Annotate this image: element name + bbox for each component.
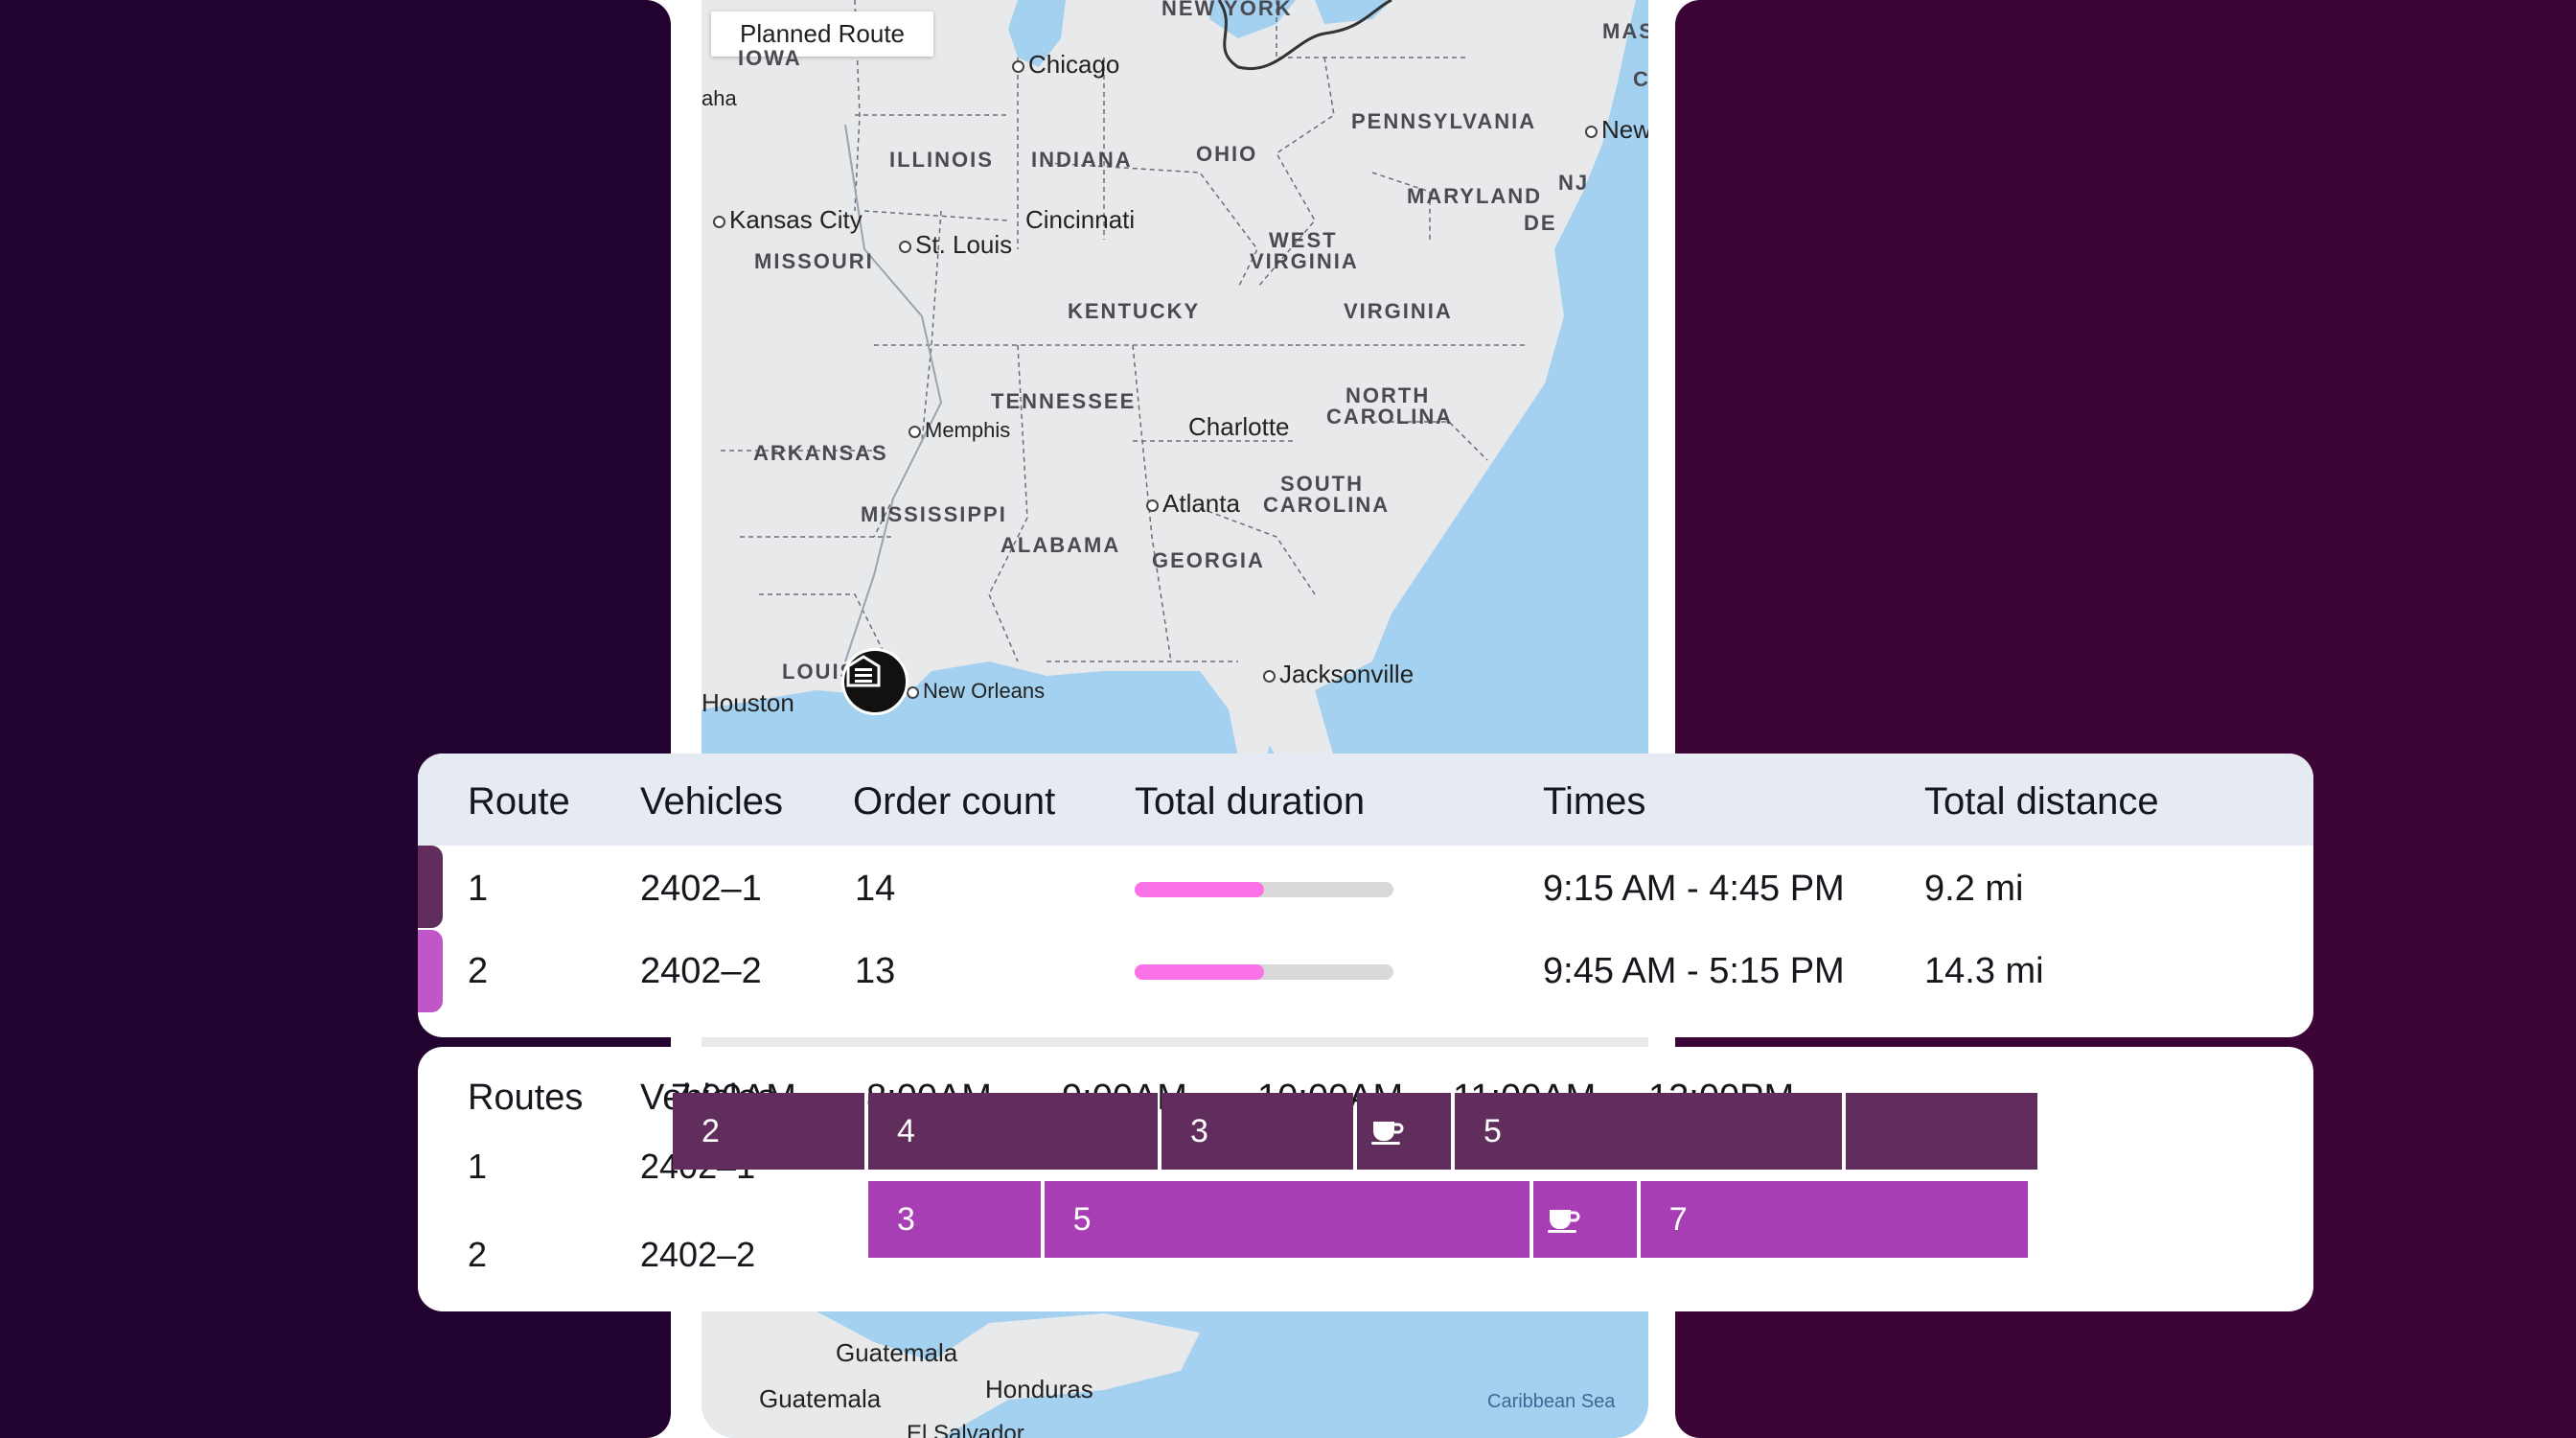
map-state-label: GEORGIA <box>1152 548 1265 572</box>
duration-bar-fill <box>1135 882 1264 897</box>
map-state-label: VIRGINIA <box>1344 299 1453 323</box>
map-state-label: ILLINOIS <box>889 148 994 172</box>
map-city-label: New <box>1585 117 1648 142</box>
column-header-route[interactable]: Route <box>468 780 570 823</box>
map-city-label: Guatemala <box>759 1384 882 1413</box>
duration-bar <box>1135 964 1393 980</box>
route-summary-table: Route Vehicles Order count Total duratio… <box>418 754 2313 1037</box>
column-header-total-distance[interactable]: Total distance <box>1924 780 2159 823</box>
column-header-routes: Routes <box>468 1078 584 1118</box>
stop-segment[interactable]: 2 <box>673 1093 864 1170</box>
route-times: 9:15 AM - 4:45 PM <box>1543 869 1845 909</box>
map-state-label: INDIANA <box>1031 148 1133 172</box>
segment-order-count: 3 <box>1190 1113 1208 1149</box>
map-city-label: Jacksonville <box>1263 661 1414 686</box>
map-state-label: NEW YORK <box>1162 0 1293 20</box>
map-state-label: MISSISSIPPI <box>861 502 1007 526</box>
column-header-vehicles[interactable]: Vehicles <box>640 780 783 823</box>
vehicle-id: 2402–2 <box>640 1235 756 1274</box>
map-state-label: MISSOURI <box>754 249 874 273</box>
map-state-label: MARYLAND <box>1407 184 1543 208</box>
map-city-label: Guatemala <box>836 1338 958 1367</box>
column-header-times[interactable]: Times <box>1543 780 1645 823</box>
map-city-label: Kansas City <box>713 207 862 232</box>
map-state-label: CAROLINA <box>1326 405 1454 429</box>
map-state-label: WEST <box>1269 228 1338 252</box>
stop-segment[interactable]: 5 <box>1455 1093 1842 1170</box>
map-city-label: Memphis <box>908 420 1010 441</box>
route-number: 1 <box>468 1147 488 1186</box>
map-state-label: IOWA <box>738 46 802 70</box>
break-segment[interactable] <box>1357 1093 1451 1170</box>
segment-order-count: 7 <box>1668 1201 1688 1238</box>
map-state-label: NJ <box>1558 171 1590 195</box>
map-state-label: NORTH <box>1346 383 1431 407</box>
route-distance: 14.3 mi <box>1924 951 2044 991</box>
segment-order-count: 5 <box>1072 1201 1092 1238</box>
segment-order-count: 4 <box>897 1113 915 1149</box>
map-city-label: Charlotte <box>1188 412 1290 441</box>
vehicle-id: 2402–1 <box>640 869 762 909</box>
map-city-label: Honduras <box>985 1375 1093 1403</box>
duration-bar <box>1135 882 1393 897</box>
map-city-label: New Orleans <box>907 681 1045 702</box>
map-state-label: ALABAMA <box>1000 533 1121 557</box>
route-times: 9:45 AM - 5:15 PM <box>1543 951 1845 991</box>
stop-segment[interactable]: 3 <box>1162 1093 1353 1170</box>
map-sea-label: Caribbean Sea <box>1487 1391 1616 1412</box>
route-number: 1 <box>468 869 489 909</box>
column-header-total-duration[interactable]: Total duration <box>1135 780 1365 823</box>
map-state-label: VIRGINIA <box>1250 249 1359 273</box>
order-count: 14 <box>855 869 896 909</box>
route-schedule-timeline: Routes Vehicles 7:00AM8:00AM9:00AM10:00A… <box>418 1047 2313 1311</box>
warehouse-depot-marker[interactable] <box>841 648 908 715</box>
map-city-label: El Salvador <box>907 1421 1024 1438</box>
coffee-cup-icon <box>1547 1210 1580 1233</box>
map-state-label: C <box>1633 67 1648 91</box>
map-state-label: PENNSYLVANIA <box>1351 109 1537 133</box>
segment-order-count: 2 <box>702 1113 720 1149</box>
map-state-label: KENTUCKY <box>1068 299 1201 323</box>
map-state-label: CAROLINA <box>1263 493 1391 517</box>
map-state-label: OHIO <box>1196 142 1258 166</box>
map-city-label: Chicago <box>1012 52 1119 77</box>
break-segment[interactable] <box>1532 1181 1637 1258</box>
duration-bar-fill <box>1135 964 1264 980</box>
route-color-marker <box>418 930 443 1012</box>
stop-segment[interactable]: 4 <box>868 1093 1158 1170</box>
warehouse-icon <box>846 655 881 687</box>
map-city-label: St. Louis <box>899 232 1012 257</box>
table-header-row: Route Vehicles Order count Total duratio… <box>418 754 2313 846</box>
stop-segment[interactable]: 3 <box>868 1181 1041 1258</box>
stop-segment[interactable]: 5 <box>1044 1181 1530 1258</box>
route-number: 2 <box>468 951 489 991</box>
route-color-marker <box>418 846 443 928</box>
route-distance: 9.2 mi <box>1924 869 2024 909</box>
map-state-label: MAS <box>1602 19 1648 43</box>
map-state-label: ARKANSAS <box>753 441 888 465</box>
map-city-label: Atlanta <box>1146 491 1240 516</box>
stop-segment[interactable]: 7 <box>1640 1181 2028 1258</box>
route-number: 2 <box>468 1235 488 1274</box>
map-state-label: DE <box>1524 211 1557 235</box>
map-state-label: TENNESSEE <box>991 389 1137 413</box>
order-count: 13 <box>855 951 896 991</box>
segment-order-count: 3 <box>897 1201 915 1238</box>
column-header-order-count[interactable]: Order count <box>853 780 1055 823</box>
map-city-label: aha <box>702 86 737 110</box>
map-city-label: Cincinnati <box>1025 205 1136 234</box>
map-city-label: Houston <box>702 688 794 717</box>
coffee-cup-icon <box>1371 1122 1404 1145</box>
vehicle-id: 2402–2 <box>640 951 762 991</box>
segment-order-count: 5 <box>1484 1113 1502 1149</box>
map-state-label: SOUTH <box>1280 472 1364 496</box>
stop-segment[interactable] <box>1846 1093 2037 1170</box>
